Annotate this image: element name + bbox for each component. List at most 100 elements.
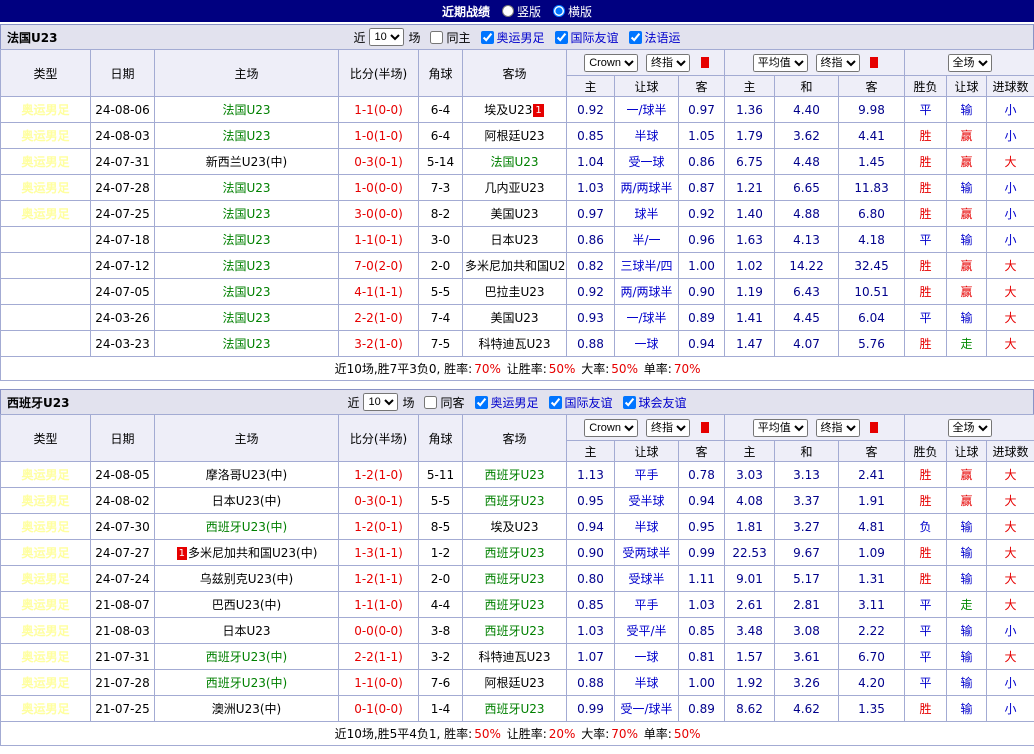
summary-segment: 20% — [549, 727, 576, 741]
home-team-cell: 西班牙U23(中) — [155, 514, 339, 540]
handicap-stage-select[interactable]: 终指 — [646, 54, 690, 72]
handicap-stage-select[interactable]: 终指 — [646, 419, 690, 437]
home-team-link[interactable]: 法国U23 — [222, 207, 270, 221]
competition-checkbox-3[interactable] — [629, 31, 642, 44]
handicap-line: 受半球 — [615, 488, 679, 514]
fulltime-select[interactable]: 全场 — [948, 419, 992, 437]
away-team-link[interactable]: 美国U23 — [490, 207, 538, 221]
col-header-type: 类型 — [1, 50, 91, 97]
date-cell: 24-07-27 — [91, 540, 155, 566]
euro-draw-odds: 4.40 — [775, 97, 839, 123]
away-team-cell: 几内亚U23 — [463, 175, 567, 201]
match-type-cell: 奥运男足 — [1, 566, 91, 592]
fulltime-select[interactable]: 全场 — [948, 54, 992, 72]
away-team-link[interactable]: 巴拉圭U23 — [484, 285, 544, 299]
away-team-link[interactable]: 西班牙U23 — [484, 546, 544, 560]
handicap-away-odds: 0.85 — [679, 618, 725, 644]
away-team-link[interactable]: 阿根廷U23 — [484, 129, 544, 143]
home-team-link[interactable]: 日本U23 — [222, 624, 270, 638]
table-row: 国际友谊 24-07-05 法国U23 4-1(1-1) 5-5 巴拉圭U23 … — [1, 279, 1034, 305]
corner-cell: 2-0 — [419, 566, 463, 592]
away-team-link[interactable]: 多米尼加共和国U23 — [465, 259, 567, 273]
home-team-link[interactable]: 乌兹别克U23(中) — [200, 572, 293, 586]
home-team-link[interactable]: 法国U23 — [222, 311, 270, 325]
match-count-select[interactable]: 10 — [363, 393, 398, 411]
same-venue-label: 同主 — [446, 29, 470, 46]
match-count-select[interactable]: 10 — [369, 28, 404, 46]
vertical-radio[interactable] — [502, 5, 514, 17]
home-team-link[interactable]: 摩洛哥U23(中) — [206, 468, 287, 482]
competition-checkbox-2[interactable] — [555, 31, 568, 44]
away-team-cell: 埃及U23 — [463, 514, 567, 540]
away-team-link[interactable]: 法国U23 — [490, 155, 538, 169]
home-team-link[interactable]: 澳洲U23(中) — [212, 702, 281, 716]
away-team-link[interactable]: 西班牙U23 — [484, 624, 544, 638]
col-header-euro-away: 客 — [839, 76, 905, 97]
bookmaker-select[interactable]: Crown — [584, 54, 638, 72]
handicap-away-odds: 0.97 — [679, 97, 725, 123]
euro-away-odds: 2.22 — [839, 618, 905, 644]
same-venue-checkbox[interactable] — [424, 396, 437, 409]
home-team-link[interactable]: 法国U23 — [222, 233, 270, 247]
away-team-link[interactable]: 西班牙U23 — [484, 468, 544, 482]
handicap-home-odds: 0.97 — [567, 201, 615, 227]
result-cell: 胜 — [905, 149, 947, 175]
euro-home-odds: 1.19 — [725, 279, 775, 305]
away-team-link[interactable]: 科特迪瓦U23 — [478, 337, 550, 351]
layout-option-horizontal[interactable]: 横版 — [553, 3, 592, 20]
home-team-link[interactable]: 巴西U23(中) — [212, 598, 281, 612]
handicap-line: 两/两球半 — [615, 175, 679, 201]
horizontal-radio[interactable] — [553, 5, 565, 17]
handicap-away-odds: 0.94 — [679, 331, 725, 357]
bookmaker-select[interactable]: Crown — [584, 419, 638, 437]
same-venue-checkbox[interactable] — [430, 31, 443, 44]
home-team-link[interactable]: 西班牙U23(中) — [206, 650, 287, 664]
away-team-link[interactable]: 几内亚U23 — [484, 181, 544, 195]
handicap-result-cell: 输 — [947, 97, 987, 123]
home-team-link[interactable]: 法国U23 — [222, 259, 270, 273]
table-row: 奥运男足 24-07-25 法国U23 3-0(0-0) 8-2 美国U23 0… — [1, 201, 1034, 227]
home-team-link[interactable]: 法国U23 — [222, 103, 270, 117]
layout-option-vertical[interactable]: 竖版 — [502, 3, 541, 20]
away-team-link[interactable]: 日本U23 — [490, 233, 538, 247]
home-team-link[interactable]: 多米尼加共和国U23(中) — [188, 546, 317, 560]
competition-checkbox-1[interactable] — [475, 396, 488, 409]
corner-cell: 7-4 — [419, 305, 463, 331]
section-header: 西班牙U23 近 10 场 同客 奥运男足 国际友谊 球会友谊 — [0, 389, 1034, 414]
away-team-link[interactable]: 西班牙U23 — [484, 598, 544, 612]
average-odds-select[interactable]: 平均值 — [753, 54, 808, 72]
away-team-link[interactable]: 西班牙U23 — [484, 702, 544, 716]
average-odds-select[interactable]: 平均值 — [753, 419, 808, 437]
competition-checkbox-1[interactable] — [481, 31, 494, 44]
away-team-link[interactable]: 阿根廷U23 — [484, 676, 544, 690]
table-row: 国际友谊 24-07-12 法国U23 7-0(2-0) 2-0 多米尼加共和国… — [1, 253, 1034, 279]
away-team-link[interactable]: 埃及U23 — [484, 103, 532, 117]
euro-away-odds: 11.83 — [839, 175, 905, 201]
competition-checkbox-2[interactable] — [549, 396, 562, 409]
home-team-link[interactable]: 日本U23(中) — [212, 494, 281, 508]
home-team-link[interactable]: 西班牙U23(中) — [206, 676, 287, 690]
handicap-away-odds: 1.11 — [679, 566, 725, 592]
away-team-cell: 西班牙U23 — [463, 488, 567, 514]
away-team-cell: 西班牙U23 — [463, 462, 567, 488]
home-team-link[interactable]: 法国U23 — [222, 285, 270, 299]
away-team-link[interactable]: 西班牙U23 — [484, 572, 544, 586]
euro-draw-odds: 3.62 — [775, 123, 839, 149]
euro-stage-select[interactable]: 终指 — [816, 54, 860, 72]
euro-away-odds: 3.11 — [839, 592, 905, 618]
home-team-link[interactable]: 法国U23 — [222, 181, 270, 195]
competition-label-2: 国际友谊 — [565, 394, 613, 411]
home-team-link[interactable]: 法国U23 — [222, 129, 270, 143]
home-team-link[interactable]: 新西兰U23(中) — [206, 155, 287, 169]
away-team-link[interactable]: 西班牙U23 — [484, 494, 544, 508]
away-team-link[interactable]: 美国U23 — [490, 311, 538, 325]
competition-checkbox-3[interactable] — [623, 396, 636, 409]
home-team-link[interactable]: 西班牙U23(中) — [206, 520, 287, 534]
handicap-line: 两/两球半 — [615, 279, 679, 305]
away-team-link[interactable]: 科特迪瓦U23 — [478, 650, 550, 664]
handicap-home-odds: 1.07 — [567, 644, 615, 670]
home-team-link[interactable]: 法国U23 — [222, 337, 270, 351]
euro-stage-select[interactable]: 终指 — [816, 419, 860, 437]
away-team-link[interactable]: 埃及U23 — [490, 520, 538, 534]
date-cell: 24-08-05 — [91, 462, 155, 488]
